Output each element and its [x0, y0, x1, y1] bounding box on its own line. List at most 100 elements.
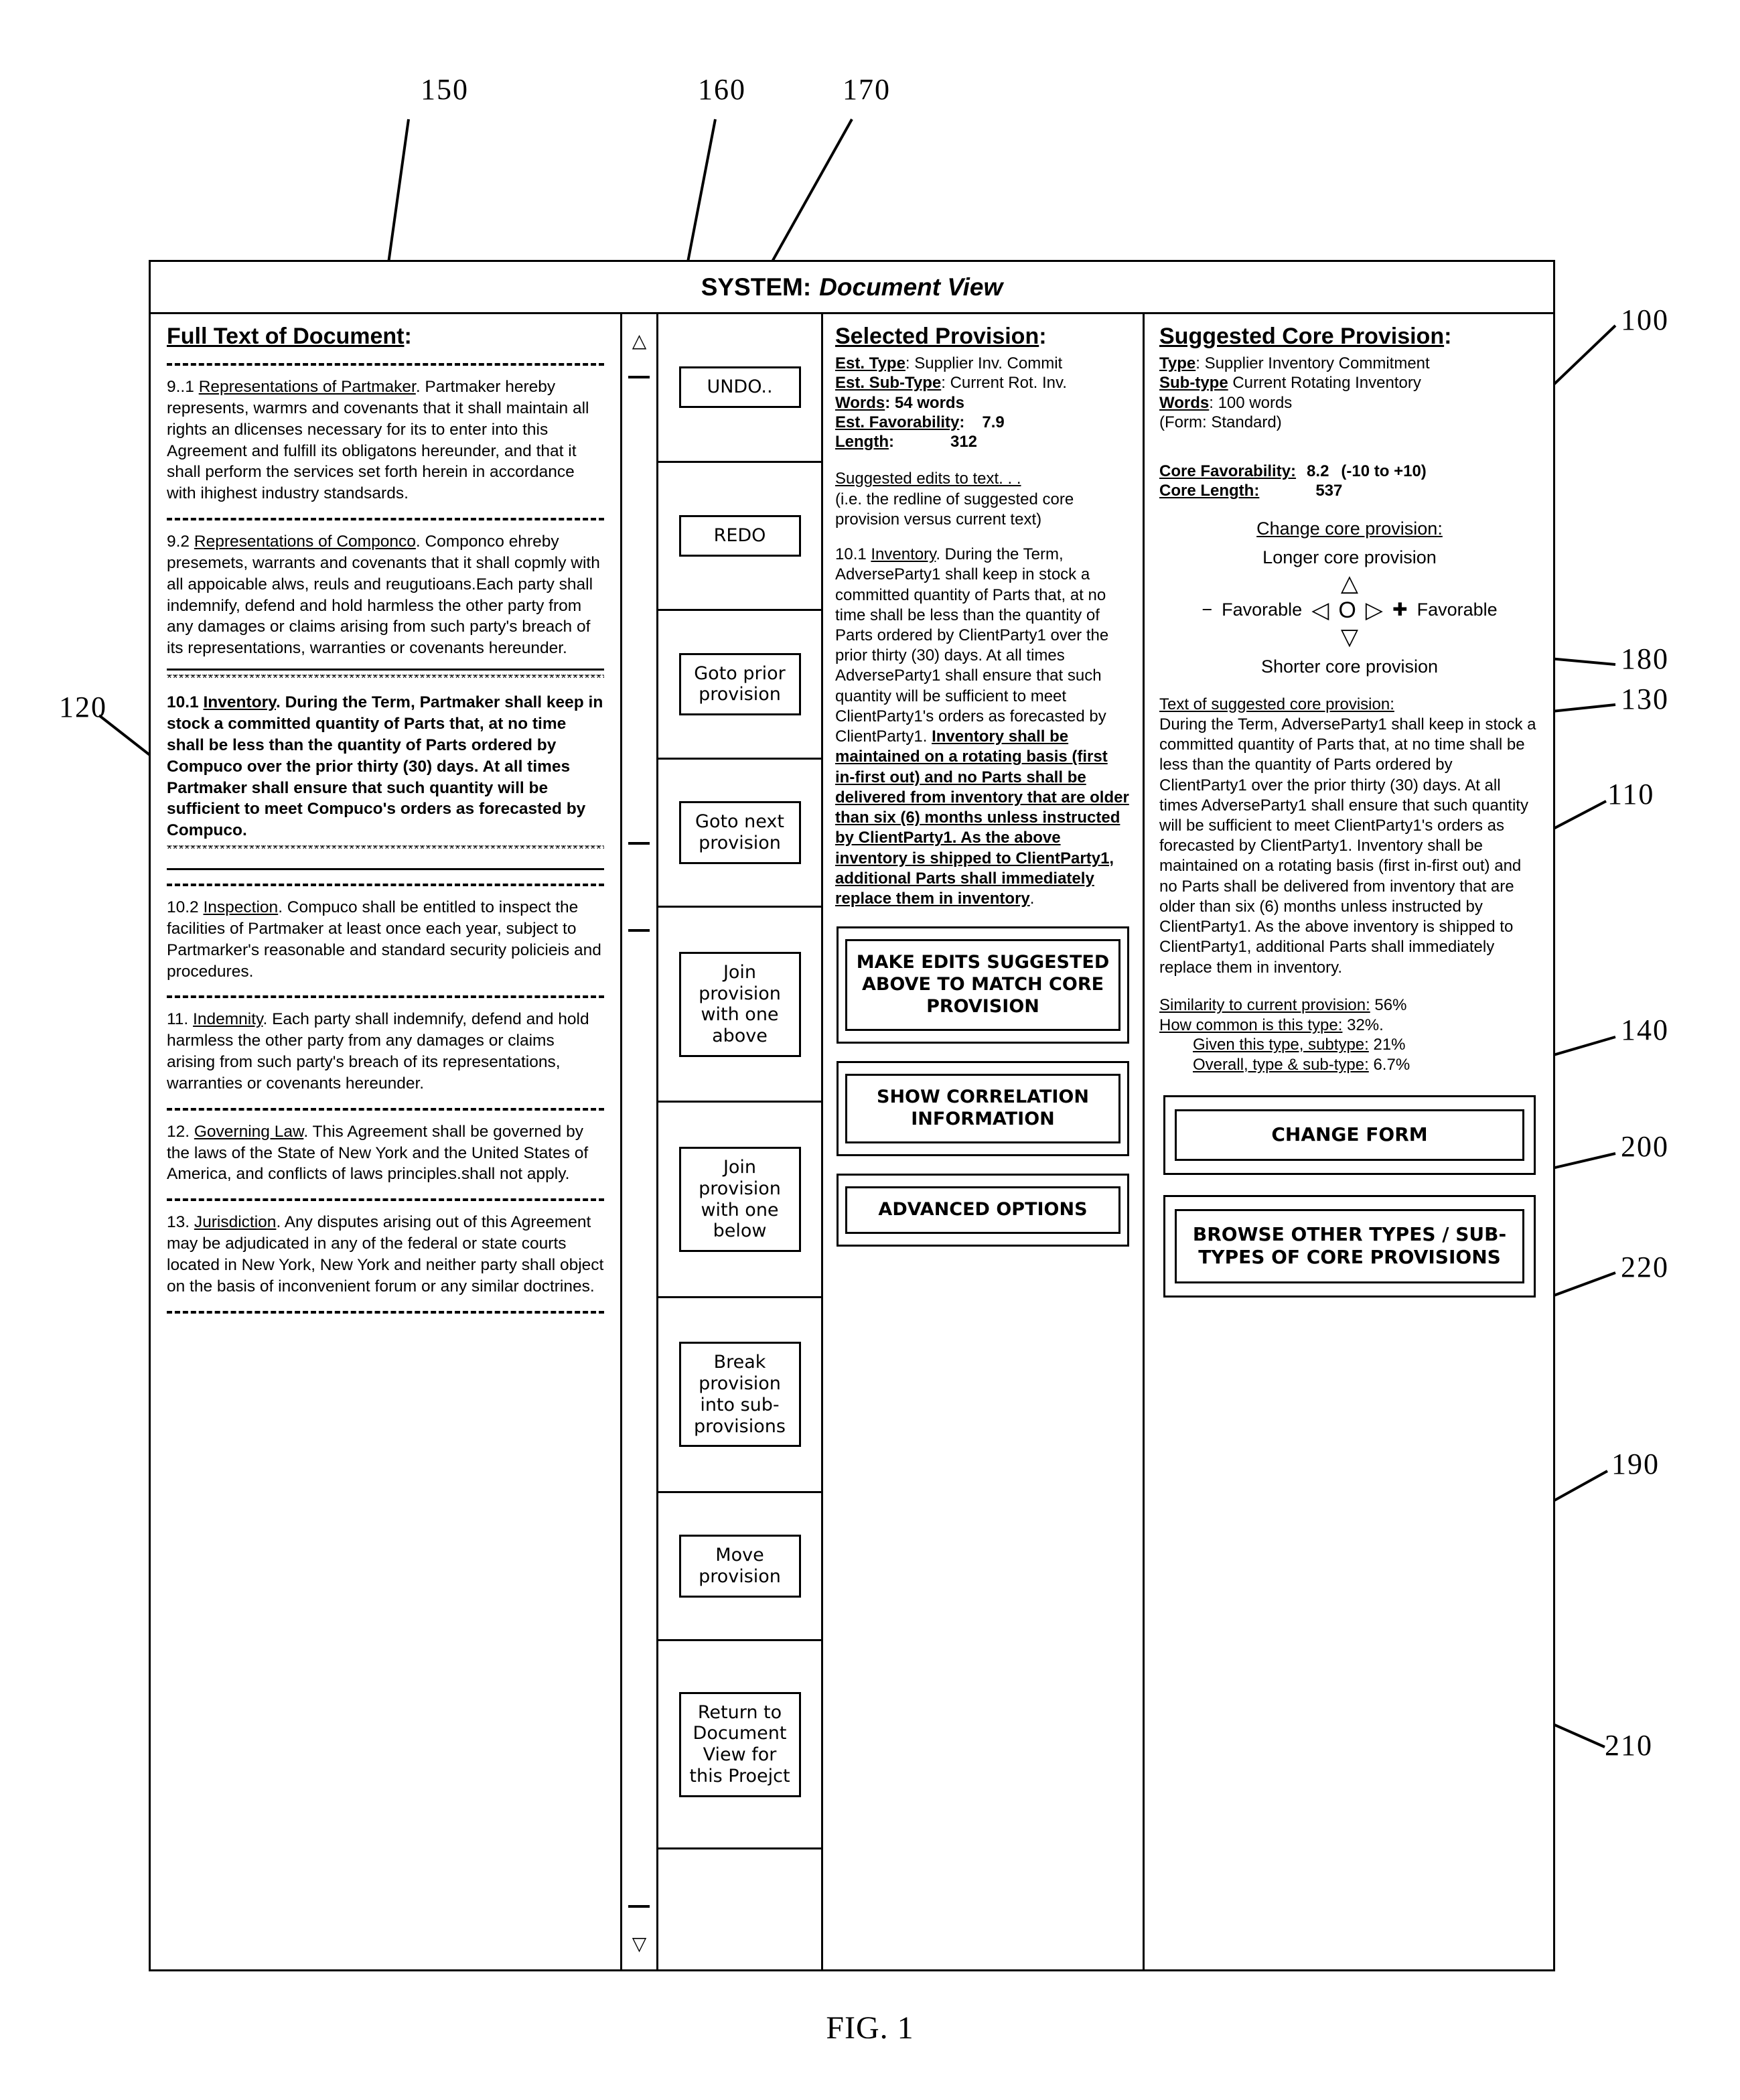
window-titlebar: SYSTEM: Document View	[151, 262, 1553, 314]
document-clause[interactable]: 10.2 Inspection. Compuco shall be entitl…	[167, 897, 604, 982]
clause-body-text: . During the Term, Partmaker shall keep …	[167, 693, 603, 840]
selected-provision-field-number: 7.9	[982, 413, 1005, 431]
favorability-left-arrow-icon[interactable]: ◁	[1311, 599, 1329, 622]
document-clause[interactable]: 9..1 Representations of Partmaker. Partm…	[167, 376, 604, 504]
action-button-cell: Join provision with one above	[658, 908, 821, 1103]
selected-provision-field-label: Est. Type	[835, 354, 905, 372]
document-clause[interactable]: 13. Jurisdiction. Any disputes arising o…	[167, 1212, 604, 1297]
selected-provision-field-value: : 54 words	[885, 393, 964, 412]
scroll-thumb-tick-1[interactable]	[628, 376, 650, 378]
clause-separator-dashed	[167, 884, 604, 887]
core-provision-button[interactable]: CHANGE FORM	[1175, 1109, 1524, 1161]
document-clause[interactable]: 9.2 Representations of Componco. Componc…	[167, 531, 604, 659]
action-button-column: UNDO.. REDO Goto prior provision Goto next …	[658, 314, 823, 1969]
selected-provision-field: Words: 54 words	[835, 393, 1131, 413]
document-scrollbar[interactable]: △ ▽	[622, 314, 658, 1969]
scroll-thumb-tick-2[interactable]	[628, 842, 650, 845]
ref-numeral-190: 190	[1611, 1448, 1660, 1480]
selected-provision-field-number: 312	[950, 433, 978, 451]
action-button[interactable]: Return to Document View for this Proejct	[678, 1691, 801, 1797]
selected-provision-heading: Inventory	[871, 545, 936, 564]
selected-provision-button[interactable]: SHOW CORRELATION INFORMATION	[845, 1074, 1120, 1143]
action-button-cell: Return to Document View for this Proejct	[658, 1641, 821, 1850]
core-provision-field: Sub-type Current Rotating Inventory	[1159, 373, 1540, 393]
selected-provision-buttons: MAKE EDITS SUGGESTED ABOVE TO MATCH CORE…	[835, 926, 1131, 1247]
action-button[interactable]: Goto next provision	[678, 801, 801, 864]
less-favorable-sign: −	[1202, 600, 1213, 620]
selected-provision-button[interactable]: ADVANCED OPTIONS	[845, 1186, 1120, 1234]
shorter-arrow-down-icon[interactable]: ▽	[1159, 626, 1540, 648]
selected-provision-field-label: Est. Favorability	[835, 413, 960, 431]
clause-separator-dashed	[167, 518, 604, 521]
clause-heading: Representations of Componco	[194, 533, 416, 551]
view-title: Document View	[819, 273, 1003, 301]
core-provision-metric-label: Core Length:	[1159, 482, 1260, 500]
clause-number: 9.2	[167, 533, 194, 551]
action-button[interactable]: REDO	[678, 514, 801, 557]
selected-provision-button-frame: SHOW CORRELATION INFORMATION	[837, 1061, 1129, 1156]
suggested-edits-heading-text: Suggested edits to text. . .	[835, 470, 1021, 488]
clause-separator-dashed	[167, 995, 604, 999]
core-provision-metric: Core Favorability: 8.2 (-10 to +10)	[1159, 462, 1540, 481]
core-form-line: (Form: Standard)	[1159, 413, 1282, 431]
selected-provision-number: 10.1	[835, 545, 867, 564]
core-provision-title: Suggested Core Provision:	[1159, 324, 1540, 350]
action-button[interactable]: Join provision with one below	[678, 1146, 801, 1253]
document-clause[interactable]: 12. Governing Law. This Agreement shall …	[167, 1121, 604, 1186]
ref-numeral-210: 210	[1605, 1729, 1653, 1762]
scroll-down-arrow[interactable]: ▽	[622, 1935, 656, 1953]
core-provision-field-label: Sub-type	[1159, 374, 1228, 393]
core-provision-stat-value: 32%.	[1342, 1016, 1384, 1034]
clause-number: 12.	[167, 1122, 194, 1141]
core-provision-metric: Core Length: 537	[1159, 481, 1540, 500]
document-pane-title: Full Text of Document:	[167, 324, 604, 350]
clause-body-text: . Partmaker hereby represents, warmrs an…	[167, 378, 589, 503]
action-button[interactable]: Break provision into sub-provisions	[678, 1341, 801, 1448]
scroll-thumb-tick-3[interactable]	[628, 929, 650, 932]
core-provision-stat: How common is this type: 32%.	[1159, 1016, 1540, 1036]
action-button[interactable]: Move provision	[678, 1535, 801, 1598]
favorability-right-arrow-icon[interactable]: ▷	[1366, 599, 1383, 622]
core-provision-field-value: : 100 words	[1209, 393, 1293, 412]
selected-provision-field-label: Est. Sub-Type	[835, 374, 942, 393]
core-provision-title-colon: :	[1444, 324, 1452, 349]
favorability-control-row: − Favorable ◁ O ▷ ✚ Favorable	[1159, 599, 1540, 622]
action-button[interactable]: Goto prior provision	[678, 652, 801, 716]
action-button-cell: Goto prior provision	[658, 611, 821, 760]
core-provision-buttons: CHANGE FORM BROWSE OTHER TYPES / SUB-TYPE…	[1159, 1095, 1540, 1298]
favorability-center-icon[interactable]: O	[1338, 599, 1356, 622]
core-provision-fields: Type: Supplier Inventory Commitment Sub-t…	[1159, 354, 1540, 413]
document-pane-title-colon: :	[404, 324, 412, 349]
selected-provision-button-frame: MAKE EDITS SUGGESTED ABOVE TO MATCH CORE…	[837, 926, 1129, 1044]
core-provision-text-body: During the Term, AdverseParty1 shall kee…	[1159, 715, 1536, 977]
core-provision-stat: Overall, type & sub-type: 6.7%	[1159, 1055, 1540, 1075]
clause-separator-dashed	[167, 1107, 604, 1111]
core-provision-metrics: Core Favorability: 8.2 (-10 to +10) Core Le…	[1159, 462, 1540, 501]
more-favorable-label: Favorable	[1417, 600, 1498, 620]
document-clause[interactable]: 10.1 Inventory. During the Term, Partmak…	[167, 692, 604, 841]
clause-separator-dashed	[167, 1198, 604, 1202]
longer-arrow-up-icon[interactable]: △	[1159, 572, 1540, 595]
clause-heading: Representations of Partmaker	[198, 378, 416, 396]
selected-provision-title-colon: :	[1039, 324, 1047, 349]
ref-numeral-110: 110	[1607, 778, 1655, 811]
core-provision-field-label: Type	[1159, 354, 1196, 372]
clause-body-text: . Componco ehreby presemets, warrants an…	[167, 533, 600, 658]
core-provision-button[interactable]: BROWSE OTHER TYPES / SUB-TYPES OF CORE P…	[1175, 1208, 1524, 1284]
scroll-thumb-tick-4[interactable]	[628, 1905, 650, 1908]
core-provision-metric-label: Core Favorability:	[1159, 462, 1297, 481]
suggested-edits-heading: Suggested edits to text. . .	[835, 469, 1131, 489]
core-provision-text-block: Text of suggested core provision: During…	[1159, 695, 1540, 978]
clause-number: 9..1	[167, 378, 199, 396]
core-provision-text-heading: Text of suggested core provision:	[1159, 695, 1540, 715]
clause-number: 11.	[167, 1010, 194, 1029]
selected-provision-button[interactable]: MAKE EDITS SUGGESTED ABOVE TO MATCH CORE…	[845, 939, 1120, 1032]
panes-container: Full Text of Document: 9..1 Representati…	[151, 314, 1553, 1969]
action-button[interactable]: UNDO..	[678, 366, 801, 409]
action-button[interactable]: Join provision with one above	[678, 951, 801, 1058]
core-provision-metric-value: 8.2	[1307, 462, 1329, 481]
document-clause[interactable]: 11. Indemnity. Each party shall indemnif…	[167, 1009, 604, 1094]
scroll-up-arrow[interactable]: △	[622, 332, 656, 350]
core-provision-field: Words: 100 words	[1159, 393, 1540, 413]
selected-provision-field: Est. Favorability: 7.9	[835, 413, 1131, 432]
